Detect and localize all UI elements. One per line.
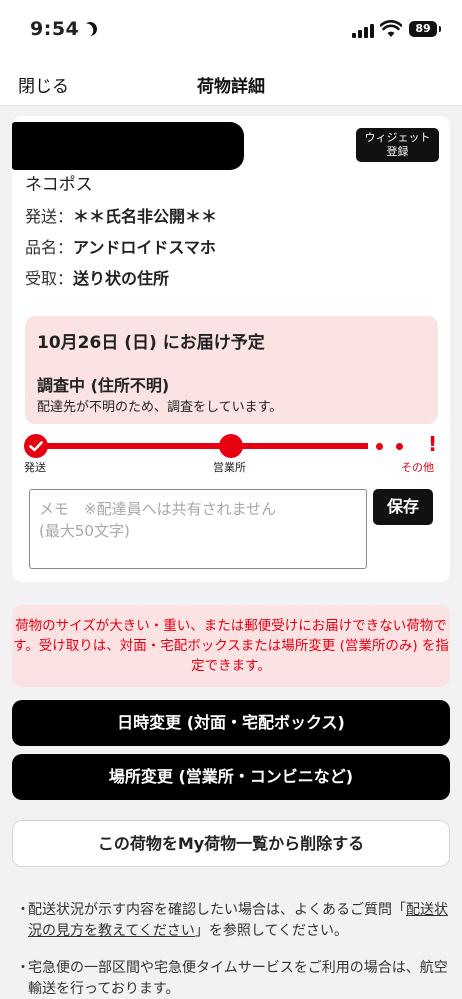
delivery-alert: 10月26日 (日) にお届け予定 調査中 (住所不明) 配達先が不明のため、調…	[25, 316, 438, 424]
check-icon	[24, 434, 48, 458]
package-card: ウィジェット 登録 ネコポス 発送：＊＊氏名非公開＊＊ 品名：アンドロイドスマホ…	[12, 116, 450, 582]
status-time: 9:54	[30, 18, 97, 40]
sender-value: ＊＊氏名非公開＊＊	[73, 207, 218, 226]
footer-note-1-post: 」を参照してください。	[194, 923, 349, 939]
save-button[interactable]: 保存	[373, 489, 433, 525]
moon-icon	[81, 20, 99, 38]
item-row: 品名：アンドロイドスマホ	[25, 234, 216, 258]
page-title: 荷物詳細	[197, 77, 265, 97]
sender-row: 発送：＊＊氏名非公開＊＊	[25, 203, 217, 227]
delivery-status-detail: 配達先が不明のため、調査をしています。	[37, 400, 283, 415]
nav-bar: 閉じる 荷物詳細	[0, 60, 462, 106]
footer-note-1-pre: 配送状況が示す内容を確認したい場合は、よくあるご質問「	[28, 902, 406, 918]
memo-input[interactable]: メモ ※配達員へは共有されません (最大50文字)	[29, 489, 367, 569]
notice-box: 荷物のサイズが大きい・重い、または郵便受けにお届けできない荷物です。受け取りは、…	[12, 605, 450, 687]
sender-label: 発送：	[25, 207, 74, 226]
bullet-marker: ・	[16, 960, 30, 976]
progress-tracker: ! 発送 営業所 その他	[12, 430, 450, 474]
status-bar: 9:54 89	[0, 0, 462, 60]
change-place-button[interactable]: 場所変更 (営業所・コンビニなど)	[12, 754, 450, 800]
remove-package-button[interactable]: この荷物をMy荷物一覧から削除する	[12, 820, 450, 867]
receive-row: 受取：送り状の住所	[25, 265, 169, 289]
progress-dot	[376, 443, 383, 450]
progress-track	[36, 443, 368, 449]
item-value: アンドロイドスマホ	[73, 238, 216, 257]
widget-register-button[interactable]: ウィジェット 登録	[356, 128, 439, 162]
redacted-tracking-number	[12, 122, 244, 170]
footer-note-2-text: 宅急便の一部区間や宅急便タイムサービスをご利用の場合は、航空輸送を行っております…	[28, 960, 448, 997]
delivery-status: 調査中 (住所不明)	[37, 376, 170, 395]
receive-value: 送り状の住所	[73, 269, 170, 288]
bullet-marker: ・	[16, 902, 30, 918]
exclamation-icon: !	[428, 432, 438, 456]
progress-label-other: その他	[401, 461, 434, 474]
memo-placeholder: メモ ※配達員へは共有されません (最大50文字)	[39, 500, 277, 540]
service-name: ネコポス	[25, 175, 93, 195]
progress-label-shipped: 発送	[24, 461, 46, 474]
notice-text: 荷物のサイズが大きい・重い、または郵便受けにお届けできない荷物です。受け取りは、…	[13, 618, 449, 674]
progress-current-dot	[219, 434, 243, 458]
footer-note-2: ・ 宅急便の一部区間や宅急便タイムサービスをご利用の場合は、航空輸送を行っており…	[16, 958, 448, 999]
widget-register-label: ウィジェット 登録	[364, 131, 431, 158]
receive-label: 受取：	[25, 269, 74, 288]
delivery-date: 10月26日 (日) にお届け予定	[37, 333, 265, 353]
progress-dot	[396, 443, 403, 450]
item-label: 品名：	[25, 238, 74, 257]
battery-icon: 89	[409, 21, 441, 37]
signal-icon	[352, 24, 374, 38]
clock-text: 9:54	[30, 18, 80, 40]
wifi-icon	[380, 20, 402, 37]
change-datetime-button[interactable]: 日時変更 (対面・宅配ボックス)	[12, 700, 450, 746]
footer-note-1: ・ 配送状況が示す内容を確認したい場合は、よくあるご質問「配送状況の見方を教えて…	[16, 900, 448, 942]
progress-label-office: 営業所	[213, 461, 246, 474]
